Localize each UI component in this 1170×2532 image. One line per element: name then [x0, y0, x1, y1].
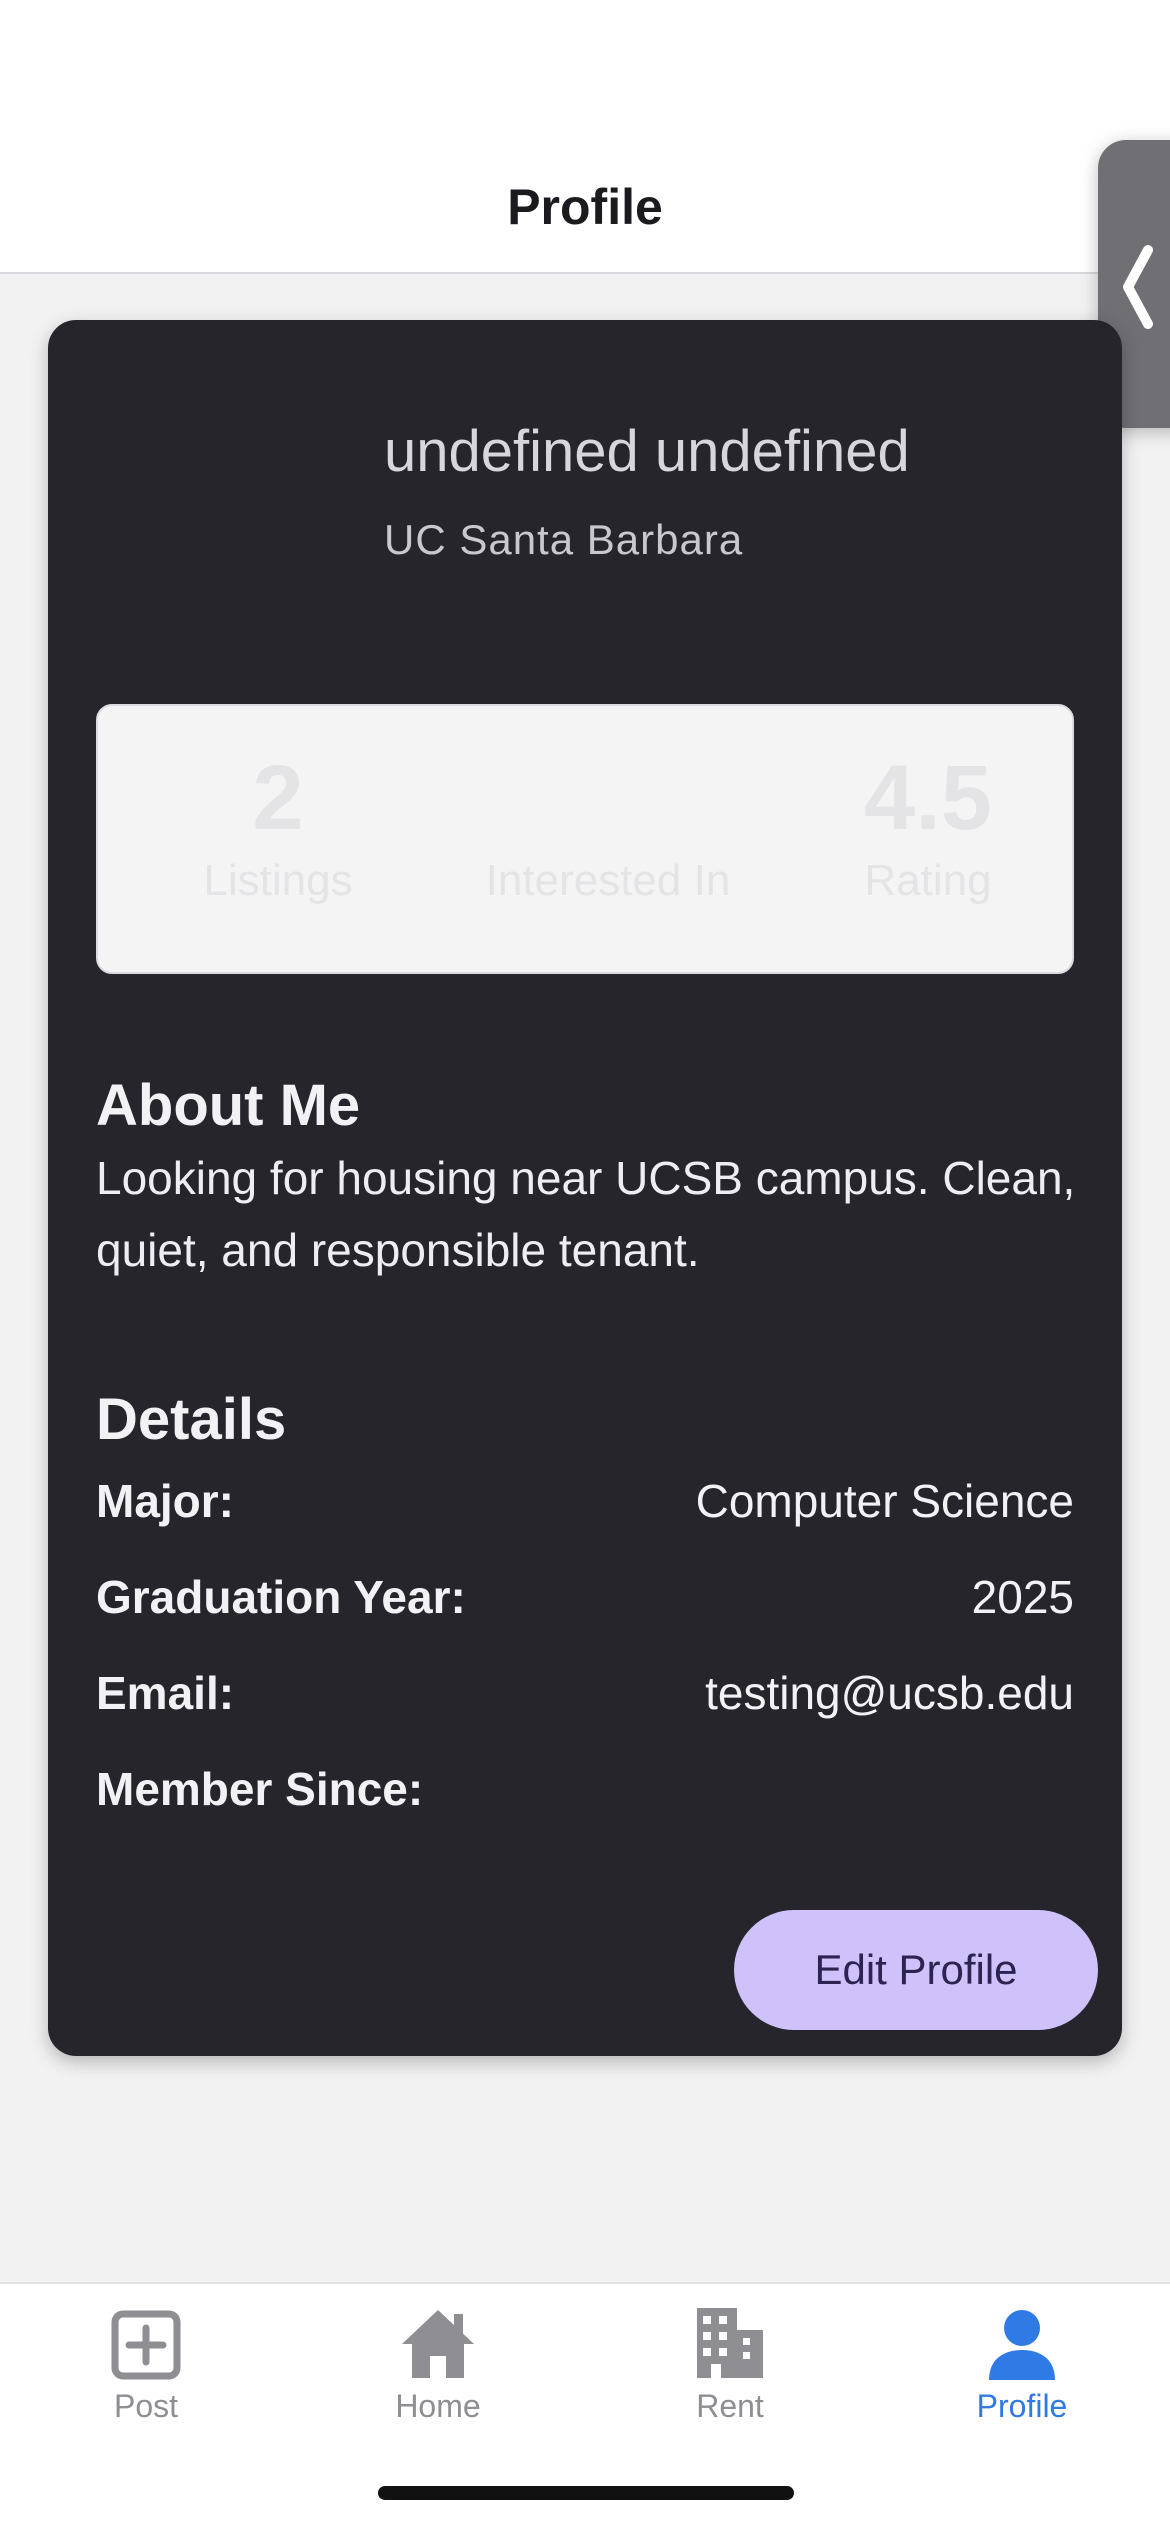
detail-label-email: Email: [96, 1667, 235, 1719]
tab-home-label: Home [395, 2388, 481, 2424]
home-indicator[interactable] [378, 2486, 794, 2500]
stat-rating-value: 4.5 [864, 747, 992, 849]
detail-row-graduation: Graduation Year: 2025 [96, 1570, 1074, 1630]
plus-square-icon [111, 2310, 181, 2380]
tab-rent[interactable]: Rent [610, 2300, 850, 2425]
detail-label-member-since: Member Since: [96, 1763, 424, 1815]
details-title: Details [96, 1387, 287, 1452]
tab-post-label: Post [113, 2388, 179, 2424]
profile-screen: Profile undefined undefined UC Santa Bar… [0, 0, 1170, 2532]
about-text: Looking for housing near UCSB campus. Cl… [96, 1152, 1076, 1276]
house-icon [402, 2310, 474, 2378]
detail-row-email: Email: testing@ucsb.edu [96, 1666, 1074, 1726]
detail-row-member-since: Member Since: [96, 1762, 1074, 1822]
building-icon [697, 2308, 763, 2378]
profile-card: undefined undefined UC Santa Barbara 2 L… [48, 320, 1122, 2056]
stat-listings[interactable]: 2 Listings [188, 746, 368, 906]
person-icon [989, 2310, 1055, 2380]
about-title: About Me [96, 1073, 361, 1138]
stats-panel: 2 Listings Interested In 4.5 Rating [96, 704, 1074, 974]
detail-value-email: testing@ucsb.edu [705, 1667, 1074, 1719]
stat-rating[interactable]: 4.5 Rating [828, 746, 1028, 906]
detail-value-major: Computer Science [695, 1475, 1074, 1527]
tab-profile[interactable]: Profile [902, 2300, 1142, 2425]
detail-value-graduation: 2025 [971, 1571, 1074, 1623]
tab-post[interactable]: Post [26, 2300, 266, 2425]
chevron-left-icon [1123, 245, 1153, 329]
profile-name: undefined undefined [384, 419, 910, 484]
tab-home[interactable]: Home [318, 2300, 558, 2425]
stat-interested[interactable]: Interested In [448, 746, 768, 906]
tab-profile-label: Profile [976, 2388, 1068, 2424]
edit-profile-button[interactable]: Edit Profile [734, 1910, 1098, 2030]
detail-row-major: Major: Computer Science [96, 1474, 1074, 1534]
profile-school: UC Santa Barbara [384, 516, 744, 563]
stat-rating-label: Rating [864, 856, 992, 905]
stat-interested-label: Interested In [485, 856, 731, 905]
header-bar: Profile [0, 0, 1170, 274]
detail-label-major: Major: [96, 1475, 234, 1527]
stat-listings-label: Listings [203, 856, 353, 905]
stat-interested-value [448, 746, 768, 850]
page-title: Profile [507, 179, 663, 235]
stat-listings-value: 2 [252, 747, 304, 849]
tab-rent-label: Rent [696, 2388, 764, 2424]
detail-label-graduation: Graduation Year: [96, 1571, 466, 1623]
